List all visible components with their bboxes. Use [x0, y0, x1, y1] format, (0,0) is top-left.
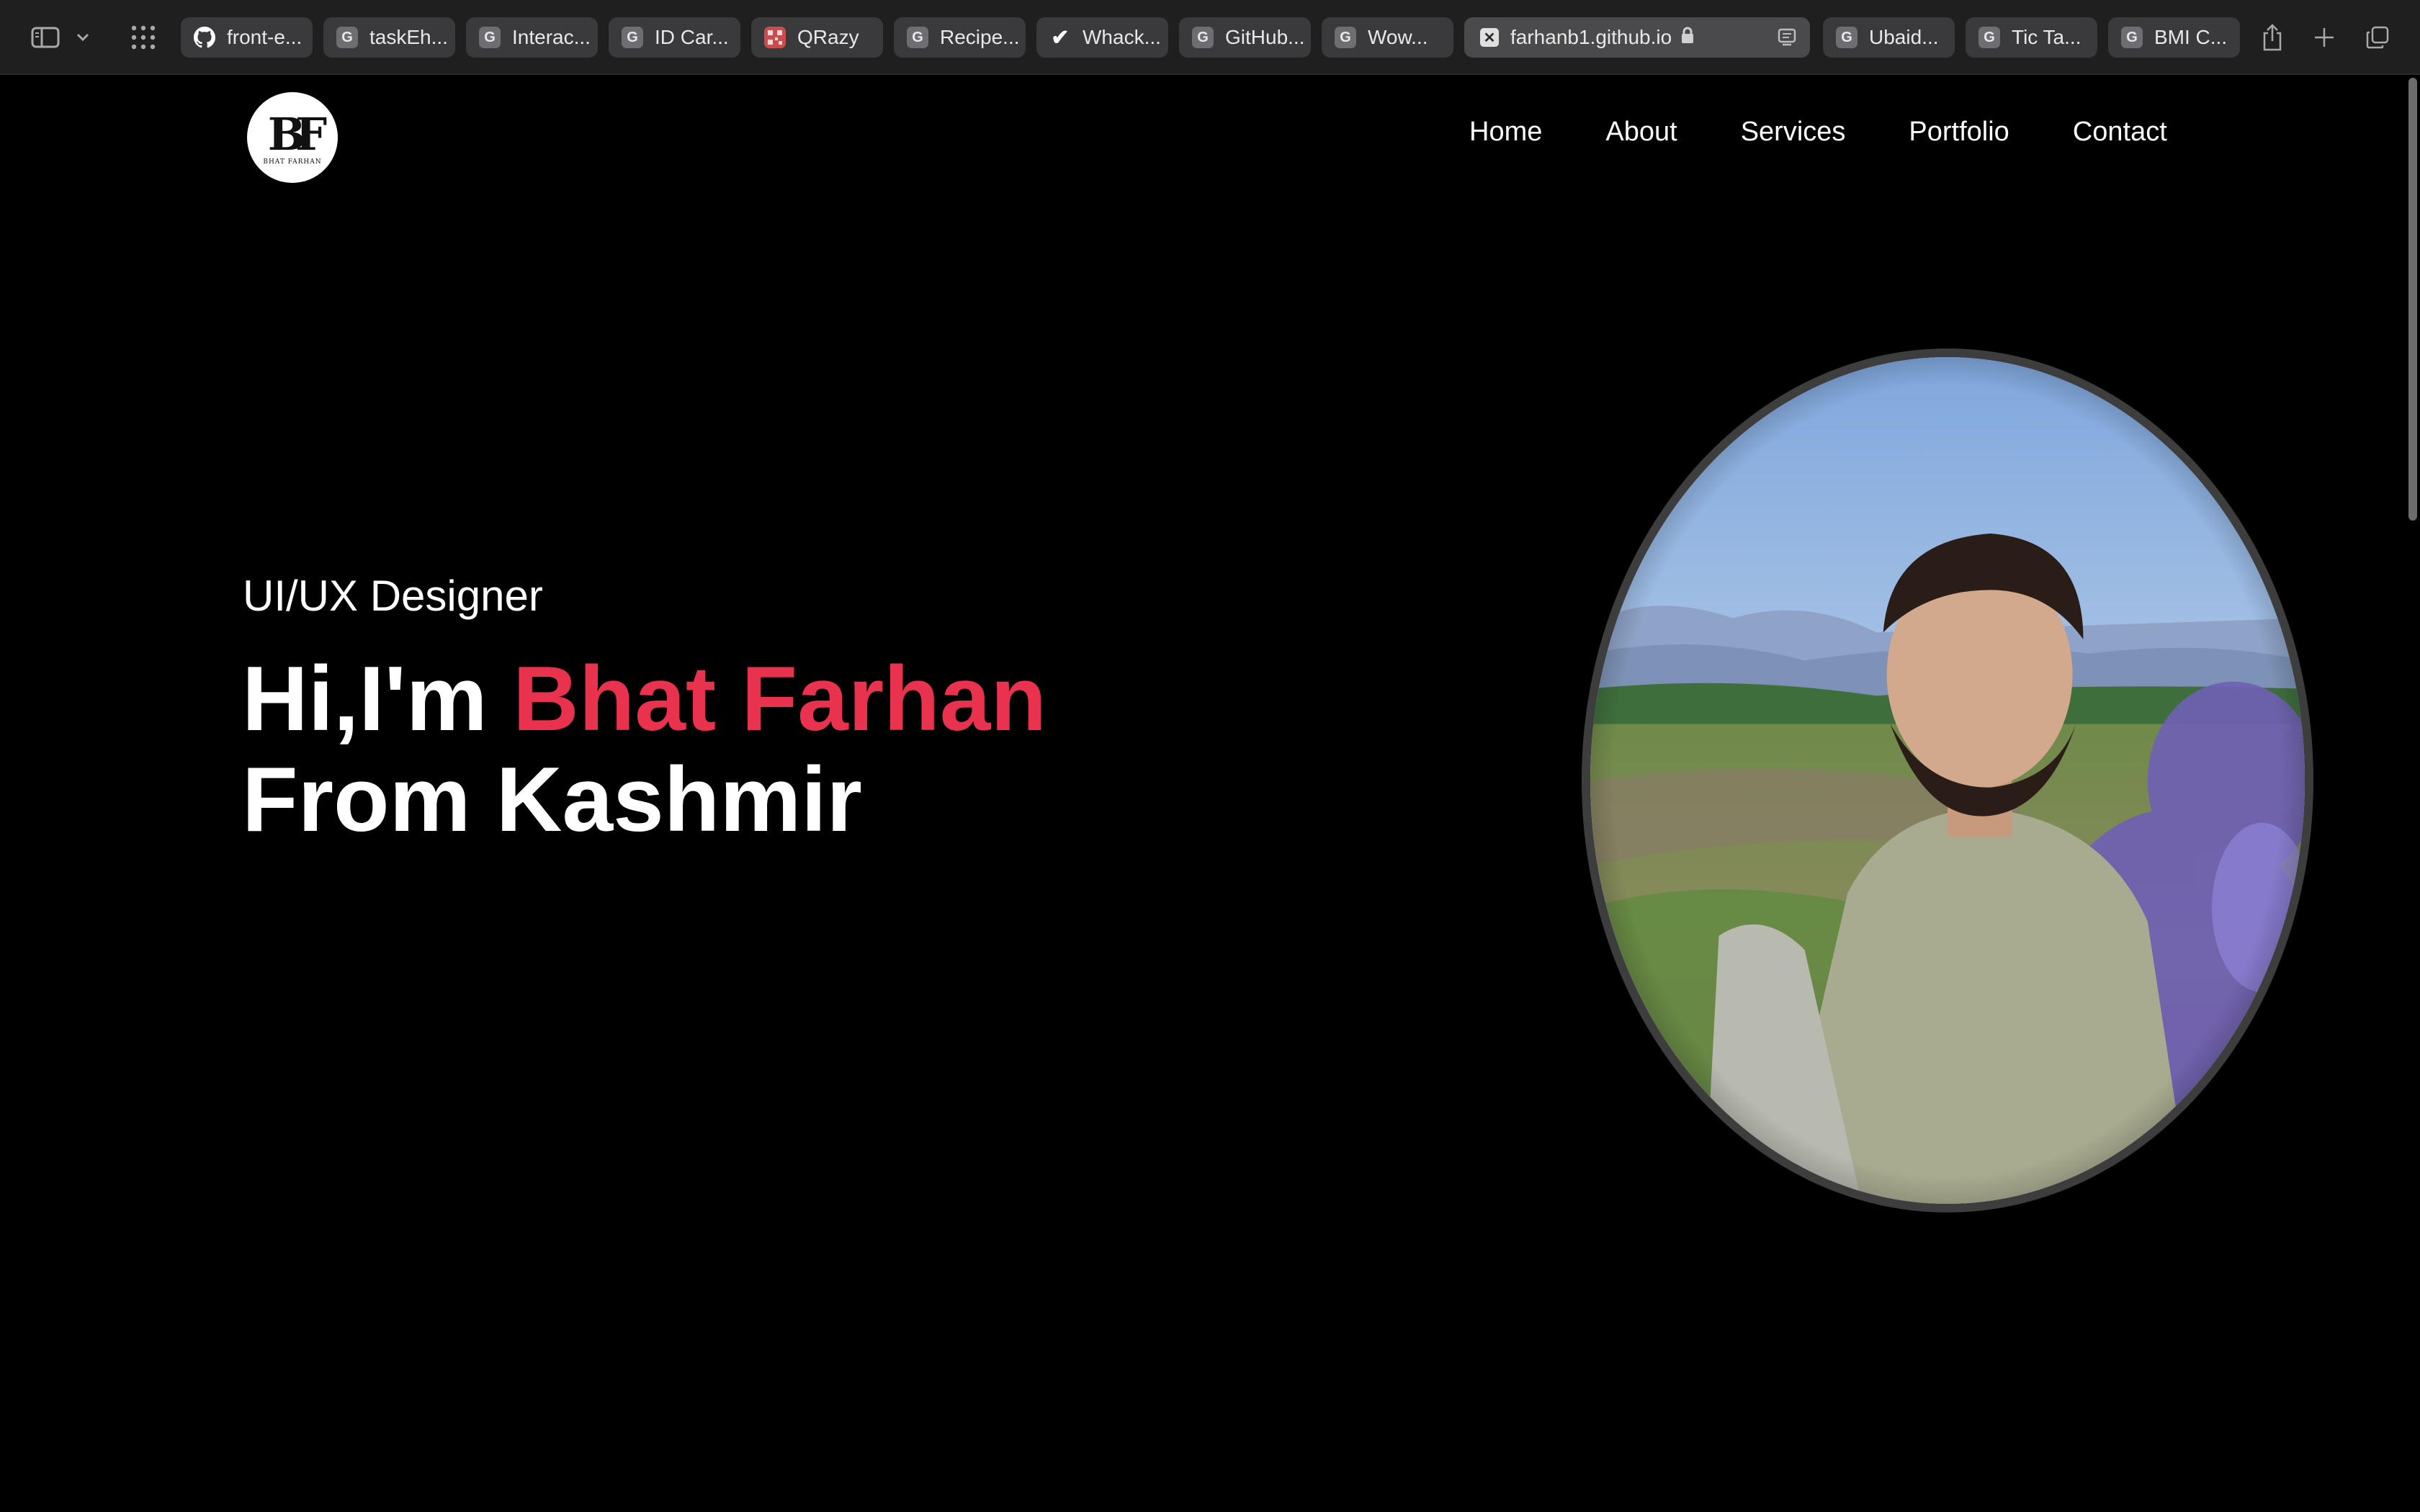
- profile-photo: [1582, 348, 2313, 1212]
- plus-icon: [2315, 28, 2334, 47]
- site-logo[interactable]: BF BHAT FARHAN: [247, 92, 338, 183]
- g-favicon-icon: G: [2121, 27, 2143, 48]
- logo-subtitle: BHAT FARHAN: [263, 158, 322, 166]
- profile-photo-illustration: [1590, 357, 2305, 1204]
- chevron-down-icon: [76, 33, 89, 42]
- nav-link-portfolio[interactable]: Portfolio: [1909, 117, 2009, 148]
- hero-origin: From Kashmir: [242, 748, 862, 850]
- tab-label: front-e...: [227, 26, 302, 48]
- browser-tab[interactable]: ✔ Whack...: [1036, 17, 1168, 58]
- g-favicon-icon: G: [907, 27, 928, 48]
- browser-tab[interactable]: front-e...: [181, 17, 313, 58]
- tab-label: Wow...: [1368, 26, 1428, 48]
- scrollbar-thumb[interactable]: [2408, 78, 2417, 521]
- grid-icon: [131, 25, 156, 50]
- main-navigation: Home About Services Portfolio Contact: [1469, 117, 2167, 148]
- tab-overview-grid-button[interactable]: [125, 19, 161, 56]
- hero-headline: Hi,I'm Bhat Farhan From Kashmir: [242, 648, 1047, 850]
- browser-tab[interactable]: G BMI C...: [2108, 17, 2240, 58]
- hero-name: Bhat Farhan: [513, 647, 1047, 750]
- sidebar-icon: [31, 27, 60, 48]
- tab-label: QRazy: [797, 26, 859, 48]
- sidebar-menu-chevron-button[interactable]: [71, 19, 95, 56]
- tab-label: Ubaid...: [1869, 26, 1939, 48]
- github-icon: [194, 27, 215, 48]
- browser-tab[interactable]: G Recipe...: [894, 17, 1026, 58]
- browser-tab[interactable]: G GitHub...: [1179, 17, 1311, 58]
- nav-link-contact[interactable]: Contact: [2073, 117, 2167, 148]
- browser-tab[interactable]: G taskEh...: [323, 17, 455, 58]
- browser-tab[interactable]: QRazy: [751, 17, 883, 58]
- tab-label: taskEh...: [369, 26, 448, 48]
- tab-label: farhanb1.github.io: [1510, 26, 1672, 48]
- tab-label: BMI C...: [2154, 26, 2228, 48]
- g-favicon-icon: G: [1836, 27, 1857, 48]
- g-favicon-icon: G: [622, 27, 643, 48]
- g-favicon-icon: G: [1978, 27, 2000, 48]
- share-button[interactable]: [2256, 19, 2289, 56]
- g-favicon-icon: G: [1192, 27, 1214, 48]
- tab-label: Whack...: [1083, 26, 1161, 48]
- reader-mode-icon[interactable]: [1777, 27, 1797, 48]
- check-icon: ✔: [1051, 25, 1070, 50]
- browser-tab[interactable]: G Wow...: [1322, 17, 1453, 58]
- nav-link-about[interactable]: About: [1605, 117, 1677, 148]
- nav-link-services[interactable]: Services: [1741, 117, 1846, 148]
- g-favicon-icon: G: [1335, 27, 1356, 48]
- tab-label: Interac...: [512, 26, 591, 48]
- browser-toolbar: front-e... G taskEh... G Interac... G ID…: [0, 0, 2420, 75]
- tab-label: Tic Ta...: [2012, 26, 2081, 48]
- close-tab-icon[interactable]: ✕: [1480, 28, 1499, 47]
- g-favicon-icon: G: [479, 27, 501, 48]
- browser-tab[interactable]: G Tic Ta...: [1966, 17, 2097, 58]
- browser-tab[interactable]: G Ubaid...: [1823, 17, 1955, 58]
- tabs-overview-icon: [2366, 26, 2389, 49]
- tab-label: ID Car...: [655, 26, 729, 48]
- g-favicon-icon: G: [336, 27, 358, 48]
- sidebar-toggle-button[interactable]: [27, 19, 63, 56]
- qr-icon: [764, 27, 786, 48]
- logo-monogram: BF: [267, 108, 328, 161]
- share-icon: [2263, 24, 2282, 51]
- browser-tab[interactable]: G ID Car...: [609, 17, 740, 58]
- nav-link-home[interactable]: Home: [1469, 117, 1542, 148]
- browser-tab-active[interactable]: ✕ farhanb1.github.io: [1464, 17, 1810, 58]
- lock-icon: [1680, 27, 1695, 49]
- tab-label: GitHub...: [1225, 26, 1305, 48]
- tab-overview-button[interactable]: [2361, 19, 2394, 56]
- new-tab-button[interactable]: [2308, 19, 2341, 56]
- browser-tab[interactable]: G Interac...: [466, 17, 598, 58]
- tab-label: Recipe...: [940, 26, 1020, 48]
- hero-greeting: Hi,I'm: [242, 647, 488, 750]
- hero-role: UI/UX Designer: [243, 572, 543, 620]
